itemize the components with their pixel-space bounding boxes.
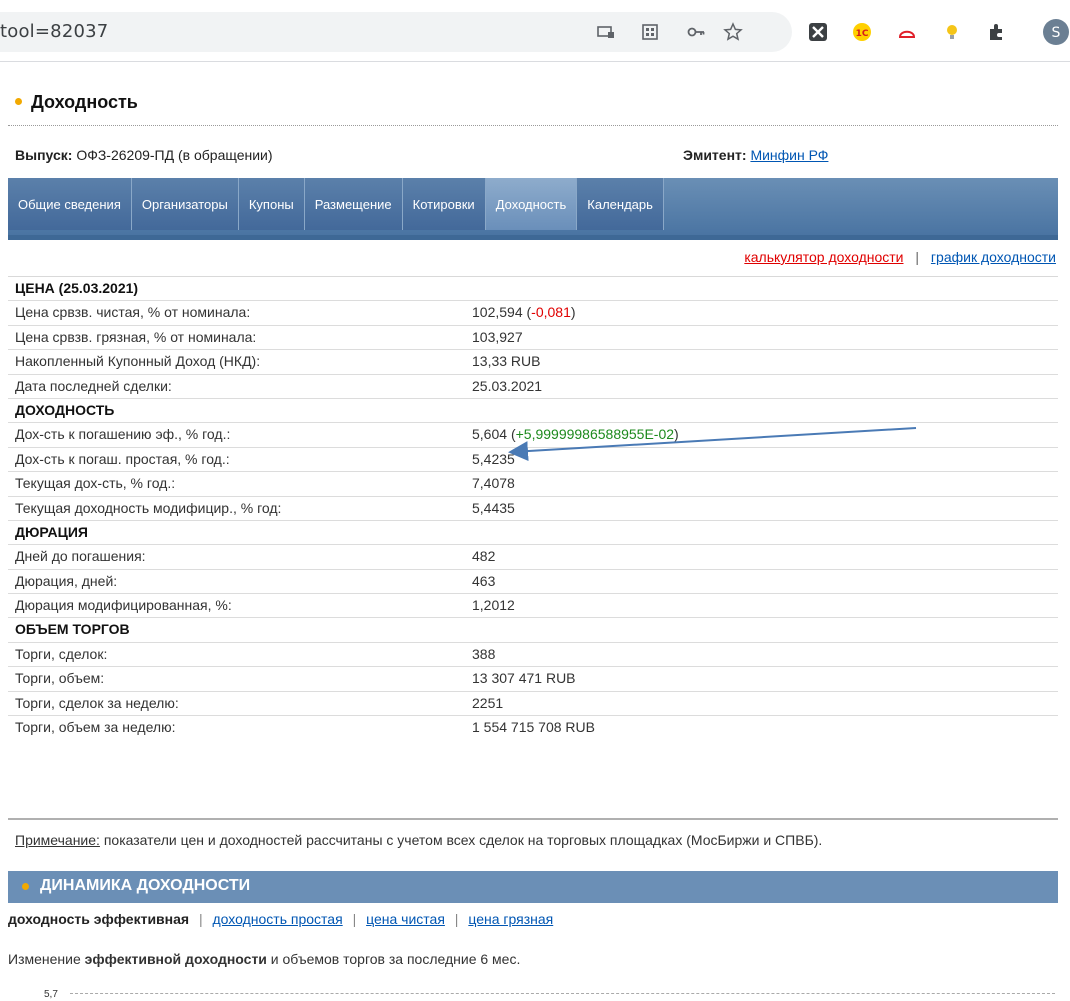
clean-price-link[interactable]: цена чистая — [366, 911, 445, 927]
table-row: Дох-сть к погашению эф., % год.: 5,604 (… — [8, 423, 1058, 448]
table-row: Торги, объем за неделю: 1 554 715 708 RU… — [15, 719, 595, 736]
ext-bulb-icon[interactable] — [942, 22, 962, 42]
browser-toolbar: tool=82037 1С S — [0, 0, 1070, 62]
dynamics-header: ДИНАМИКА ДОХОДНОСТИ — [8, 871, 1058, 903]
qr-icon[interactable] — [640, 22, 660, 42]
section-header-price: ЦЕНА (25.03.2021) — [8, 277, 1058, 302]
title-bullet-icon — [15, 98, 22, 105]
table-row: Дюрация, дней: 463 — [8, 570, 1058, 595]
ytm-change: +5,99999986588955E-02 — [515, 426, 675, 443]
ext-1c-icon[interactable]: 1С — [852, 22, 872, 42]
table-row: Цена срвзв. чистая, % от номинала: 102,5… — [8, 301, 1058, 326]
title-divider — [8, 125, 1058, 126]
tab-quotes[interactable]: Котировки — [402, 178, 486, 230]
cast-icon[interactable] — [596, 22, 616, 42]
page-title: Доходность — [31, 92, 138, 112]
tool-links: калькулятор доходности | график доходнос… — [744, 249, 1056, 265]
table-row: Накопленный Купонный Доход (НКД): 13,33 … — [8, 350, 1058, 375]
section-header-yield: ДОХОДНОСТЬ — [8, 399, 1058, 424]
table-row: Текущая доходность модифицир., % год: 5,… — [8, 497, 1058, 521]
issue-value: ОФЗ-26209-ПД (в обращении) — [76, 147, 273, 163]
dirty-price-link[interactable]: цена грязная — [468, 911, 553, 927]
link-separator: | — [915, 249, 920, 265]
table-row: Торги, объем: 13 307 471 RUB — [8, 667, 1058, 692]
tab-coupons[interactable]: Купоны — [238, 178, 305, 230]
table-row: Дох-сть к погаш. простая, % год.: 5,4235 — [8, 448, 1058, 473]
dynamics-links: доходность эффективная | доходность прос… — [8, 911, 554, 927]
table-row: Дней до погашения: 482 — [8, 545, 1058, 570]
issuer-label: Эмитент: — [683, 147, 747, 163]
footnote-text: показатели цен и доходностей рассчитаны … — [99, 832, 823, 848]
url-text[interactable]: tool=82037 — [0, 21, 108, 42]
clean-price-change: -0,081 — [531, 304, 571, 321]
yield-table: ЦЕНА (25.03.2021) Цена срвзв. чистая, % … — [8, 276, 1058, 740]
chart-axis-label: 5,7 — [44, 989, 58, 1000]
issuer-info: Эмитент: Минфин РФ — [683, 147, 828, 163]
puzzle-icon[interactable] — [986, 22, 1006, 42]
tab-calendar[interactable]: Календарь — [577, 178, 664, 230]
key-icon[interactable] — [686, 22, 706, 42]
issue-info: Выпуск: ОФЗ-26209-ПД (в обращении) — [15, 147, 273, 163]
footnote-prefix: Примечание: — [15, 832, 100, 848]
table-row: Текущая дох-сть, % год.: 7,4078 — [8, 472, 1058, 497]
table-row: Цена срвзв. грязная, % от номинала: 103,… — [8, 326, 1058, 351]
footnote: Примечание: показатели цен и доходностей… — [15, 832, 822, 848]
dynamics-title: ДИНАМИКА ДОХОДНОСТИ — [40, 877, 251, 894]
issuer-link[interactable]: Минфин РФ — [750, 147, 828, 163]
profile-avatar[interactable]: S — [1043, 19, 1069, 45]
ext-x-icon[interactable] — [808, 22, 828, 42]
tab-placement[interactable]: Размещение — [304, 178, 403, 230]
section-header-duration: ДЮРАЦИЯ — [8, 521, 1058, 546]
yield-chart-link[interactable]: график доходности — [931, 249, 1056, 265]
tab-general[interactable]: Общие сведения — [8, 178, 132, 230]
ext-cloud-icon[interactable] — [897, 22, 917, 42]
ytm-value: 5,604 (+5,99999986588955E-02) — [472, 426, 679, 443]
clean-price-value: 102,594 (-0,081) — [472, 304, 576, 321]
table-row: Дата последней сделки: 25.03.2021 — [8, 375, 1058, 399]
svg-text:1С: 1С — [856, 29, 869, 39]
table-row: Торги, сделок за неделю: 2251 — [8, 692, 1058, 717]
section-header-volume: ОБЪЕМ ТОРГОВ — [8, 618, 1058, 643]
tab-yield[interactable]: Доходность — [485, 178, 578, 230]
chart-gridline — [70, 993, 1055, 994]
simple-yield-link[interactable]: доходность простая — [213, 911, 343, 927]
dynamics-description: Изменение эффективной доходности и объем… — [8, 951, 521, 967]
issue-label: Выпуск: — [15, 147, 73, 163]
table-row: Дюрация модифицированная, %: 1,2012 — [8, 594, 1058, 619]
dynamics-current-mode: доходность эффективная — [8, 911, 190, 927]
address-bar[interactable]: tool=82037 — [0, 12, 792, 52]
yield-calculator-link[interactable]: калькулятор доходности — [744, 249, 903, 265]
tab-bar: Общие сведения Организаторы Купоны Разме… — [8, 178, 1058, 240]
tab-organizers[interactable]: Организаторы — [131, 178, 239, 230]
star-icon[interactable] — [723, 22, 743, 42]
table-bottom-border — [8, 818, 1058, 820]
dynamics-bullet-icon — [22, 883, 29, 890]
table-row: Торги, сделок: 388 — [8, 643, 1058, 668]
avatar-letter: S — [1052, 25, 1061, 41]
